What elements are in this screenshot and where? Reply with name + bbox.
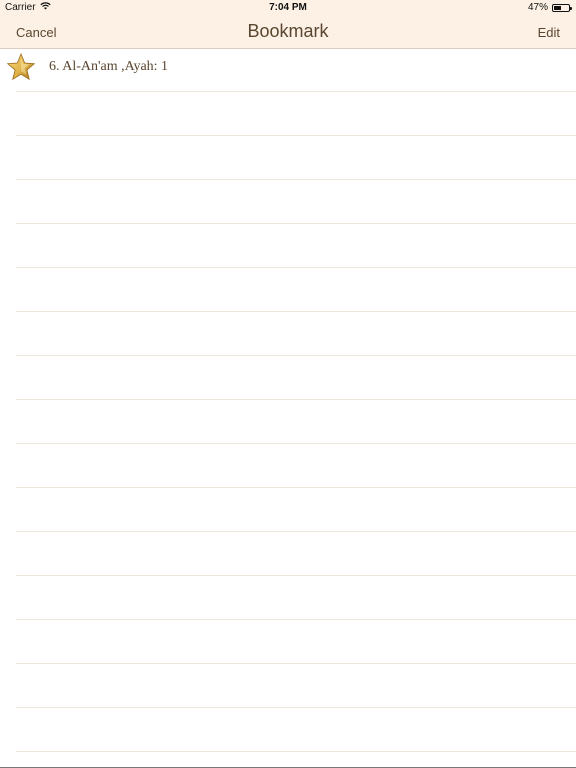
empty-row (16, 576, 576, 620)
edit-button[interactable]: Edit (538, 25, 560, 40)
empty-row (16, 532, 576, 576)
battery-percent: 47% (527, 2, 548, 13)
empty-row (16, 488, 576, 532)
empty-row (16, 444, 576, 488)
bookmark-list: 6. Al-An'am ,Ayah: 1 (0, 48, 576, 768)
battery-group: 47% (527, 2, 572, 13)
empty-row (16, 400, 576, 444)
empty-row (16, 312, 576, 356)
empty-row (16, 92, 576, 136)
star-icon (6, 52, 36, 82)
battery-level (554, 5, 561, 10)
status-bar: Carrier 7:04 PM 47% (0, 0, 576, 16)
empty-row (16, 180, 576, 224)
bookmark-row[interactable]: 6. Al-An'am ,Ayah: 1 (6, 48, 576, 92)
empty-row (16, 136, 576, 180)
empty-row (16, 708, 576, 752)
navigation-bar: Cancel Bookmark Edit (0, 16, 576, 48)
empty-row (16, 664, 576, 708)
header: Carrier 7:04 PM 47% Cancel Bookmark Edit (0, 0, 576, 49)
empty-row (16, 620, 576, 664)
empty-row (16, 224, 576, 268)
empty-row (16, 268, 576, 312)
battery-icon (552, 3, 572, 12)
bookmark-label: 6. Al-An'am ,Ayah: 1 (49, 59, 169, 74)
empty-row (16, 356, 576, 400)
page-title: Bookmark (247, 21, 329, 41)
status-time: 7:04 PM (269, 2, 307, 13)
bookmark-screen: Carrier 7:04 PM 47% Cancel Bookmark Edit… (0, 0, 576, 768)
